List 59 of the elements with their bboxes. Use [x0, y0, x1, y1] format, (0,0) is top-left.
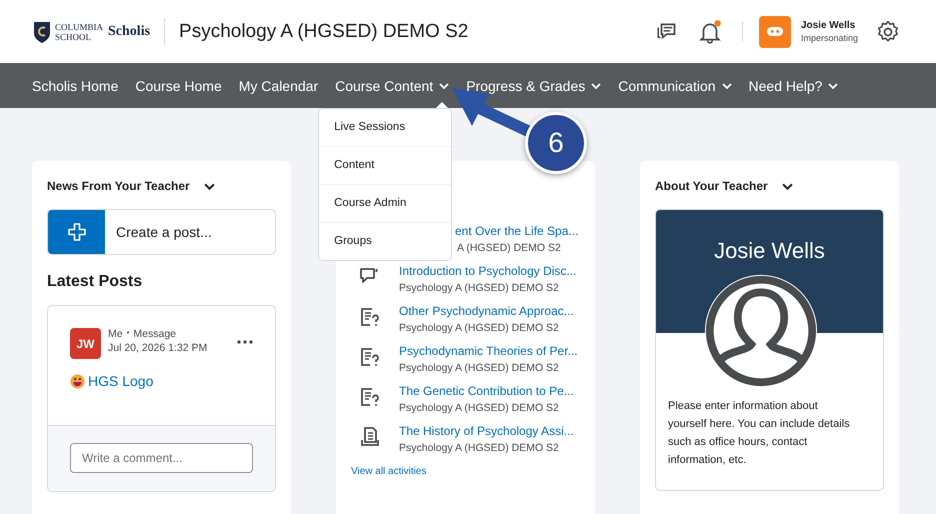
post-date: Jul 20, 2026 1:32 PM — [108, 342, 208, 354]
document-tray-icon — [359, 426, 381, 448]
user-name: Josie Wells — [800, 20, 856, 31]
nav-link[interactable]: My Calendar — [238, 78, 318, 94]
widget-title: About Your Teacher — [655, 179, 768, 193]
widget-title: News From Your Teacher — [47, 179, 190, 193]
crest-icon — [32, 20, 52, 44]
teacher-name: Josie Wells — [714, 238, 825, 265]
step-number-badge: 6 — [525, 112, 587, 174]
author-avatar: JW — [70, 328, 101, 359]
menu-item[interactable]: Live Sessions — [319, 108, 452, 146]
activity-course: Psychology A (HGSED) DEMO S2 — [399, 322, 560, 334]
user-status: Impersonating — [800, 33, 858, 43]
more-options-icon[interactable] — [237, 340, 253, 344]
activity-course: A (HGSED) DEMO S2 — [456, 242, 562, 254]
view-all-link[interactable]: View all activities — [351, 466, 580, 477]
school-name: COLUMBIA — [55, 22, 104, 32]
activity-link[interactable]: Introduction to Psychology Disc... — [399, 264, 576, 278]
post-link[interactable]: HGS Logo — [88, 373, 154, 389]
emoji-icon — [70, 374, 85, 388]
notification-bell-icon[interactable] — [696, 18, 723, 44]
profile-avatar-icon — [703, 273, 819, 389]
activity-link[interactable]: The History of Psychology Assi... — [399, 424, 574, 438]
quiz-icon — [359, 306, 381, 328]
menu-item[interactable]: Content — [319, 146, 452, 184]
course-title: Psychology A (HGSED) DEMO S2 — [179, 20, 468, 42]
nav-link[interactable]: Communication — [618, 78, 732, 94]
chevron-icon[interactable] — [204, 182, 215, 190]
post-author: Me — [108, 328, 123, 340]
nav-link[interactable]: Course Home — [135, 78, 222, 94]
activity-course: Psychology A (HGSED) DEMO S2 — [399, 362, 560, 374]
teacher-bio: Please enter information about yourself here. You can include details such as office hours, contact information, etc. — [668, 399, 851, 468]
activity-link[interactable]: Other Psychodynamic Approac... — [399, 304, 574, 318]
user-avatar[interactable] — [758, 16, 791, 48]
activity-link[interactable]: Psychodynamic Theories of Per... — [399, 344, 578, 358]
menu-item[interactable]: Course Admin — [319, 184, 452, 222]
section-heading: Latest Posts — [47, 273, 144, 291]
plus-icon — [66, 222, 86, 242]
speech-bubble-icon — [359, 266, 381, 286]
separator-dot: • — [126, 328, 130, 339]
nav-link[interactable]: Scholis Home — [32, 78, 118, 94]
activity-course: Psychology A (HGSED) DEMO S2 — [399, 402, 560, 414]
activity-link[interactable]: The Genetic Contribution to Pe... — [399, 384, 574, 398]
menu-item[interactable]: Groups — [319, 222, 452, 260]
brand-name: Scholis — [108, 24, 150, 40]
create-post-field[interactable]: Create a post... — [47, 209, 276, 255]
activity-course: Psychology A (HGSED) DEMO S2 — [399, 282, 560, 294]
activity-link[interactable]: ent Over the Life Spa... — [455, 224, 578, 238]
nav-link[interactable]: Need Help? — [748, 78, 838, 94]
nav-link[interactable]: Progress & Grades — [466, 78, 602, 94]
quiz-icon — [359, 386, 381, 408]
school-name: SCHOOL — [55, 32, 92, 42]
nav-link[interactable]: Course Content — [335, 78, 450, 94]
settings-icon[interactable] — [875, 18, 901, 44]
post-type: Message — [133, 328, 176, 340]
comment-field[interactable]: Write a comment... — [70, 443, 253, 473]
chevron-icon[interactable] — [782, 182, 793, 190]
activity-course: Psychology A (HGSED) DEMO S2 — [399, 442, 560, 454]
quiz-icon — [359, 346, 381, 368]
